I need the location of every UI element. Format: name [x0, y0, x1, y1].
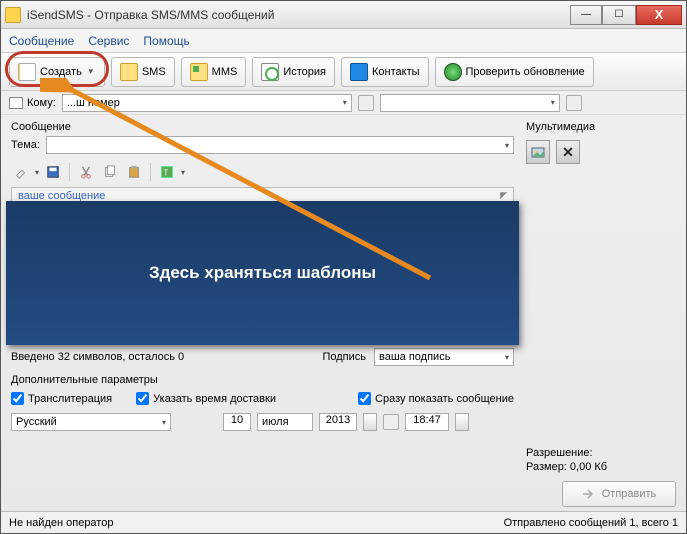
size-label: Размер: 0,00 Кб — [526, 461, 676, 473]
mail-icon — [9, 97, 23, 109]
signature-combo[interactable]: ваша подпись ▾ — [374, 348, 514, 366]
close-button[interactable]: X — [636, 5, 682, 25]
menubar: Сообщение Сервис Помощь — [1, 29, 686, 53]
params-label: Дополнительные параметры — [11, 374, 514, 386]
document-icon — [18, 63, 36, 81]
resolution-label: Разрешение: — [526, 447, 676, 459]
contacts-icon — [350, 63, 368, 81]
sms-icon — [120, 63, 138, 81]
mms-icon — [190, 63, 208, 81]
to-label: Кому: — [9, 97, 56, 109]
edit-toolbar: ▾ T ▾ — [11, 160, 514, 184]
cut-button[interactable] — [76, 162, 96, 182]
aux-icon[interactable] — [566, 95, 582, 111]
annotation-tooltip: Здесь храняться шаблоны — [6, 201, 519, 345]
recipient-bar: Кому: ...ш номер ▾ ▾ — [1, 91, 686, 115]
chevron-down-icon: ▾ — [162, 418, 166, 427]
contacts-button[interactable]: Контакты — [341, 57, 429, 87]
maximize-button[interactable]: ☐ — [602, 5, 636, 25]
language-combo[interactable]: Русский ▾ — [11, 413, 171, 431]
char-counter: Введено 32 символов, осталось 0 — [11, 351, 184, 363]
send-button[interactable]: Отправить — [562, 481, 676, 507]
window-title: iSendSMS - Отправка SMS/MMS сообщений — [27, 8, 570, 22]
chevron-down-icon: ▾ — [505, 353, 509, 362]
message-section-label: Сообщение — [11, 121, 514, 133]
chevron-down-icon: ▾ — [551, 98, 555, 107]
svg-text:T: T — [164, 169, 169, 178]
calendar-icon[interactable] — [383, 414, 399, 430]
day-field[interactable]: 10 — [223, 413, 251, 431]
sms-button[interactable]: SMS — [111, 57, 175, 87]
app-icon — [5, 7, 21, 23]
statusbar: Не найден оператор Отправлено сообщений … — [1, 511, 686, 533]
signature-label: Подпись — [322, 351, 366, 363]
status-left: Не найден оператор — [9, 517, 113, 529]
history-button[interactable]: История — [252, 57, 335, 87]
check-update-button[interactable]: Проверить обновление — [435, 57, 594, 87]
month-combo[interactable]: июля — [257, 413, 313, 431]
chevron-down-icon: ▾ — [505, 141, 513, 150]
create-button[interactable]: Создать ▾ — [9, 57, 105, 87]
menu-help[interactable]: Помощь — [143, 34, 189, 48]
globe-check-icon — [444, 63, 462, 81]
mms-button[interactable]: MMS — [181, 57, 247, 87]
remove-media-button[interactable]: ✕ — [556, 140, 580, 164]
template-vars-button[interactable]: T — [157, 162, 177, 182]
aux-combo[interactable]: ▾ — [380, 94, 560, 112]
send-icon — [582, 488, 596, 500]
message-body[interactable]: Здесь храняться шаблоны — [11, 204, 514, 342]
menu-service[interactable]: Сервис — [88, 34, 129, 48]
menu-message[interactable]: Сообщение — [9, 34, 74, 48]
erase-button[interactable] — [11, 162, 31, 182]
year-field[interactable]: 2013 — [319, 413, 357, 431]
dropdown-arrow-icon[interactable]: ▾ — [86, 66, 96, 77]
subject-label: Тема: — [11, 139, 40, 151]
paste-button[interactable] — [124, 162, 144, 182]
history-icon — [261, 63, 279, 81]
time-field[interactable]: 18:47 — [405, 413, 449, 431]
minimize-button[interactable]: — — [570, 5, 602, 25]
chevron-down-icon: ▾ — [343, 98, 347, 107]
main-toolbar: Создать ▾ SMS MMS История Контакты Прове… — [1, 53, 686, 91]
subject-input[interactable]: ▾ — [46, 136, 514, 154]
show-immediately-checkbox[interactable]: Сразу показать сообщение — [358, 392, 514, 405]
delivery-time-checkbox[interactable]: Указать время доставки — [136, 392, 276, 405]
contact-picker-icon[interactable] — [358, 95, 374, 111]
date-spinner[interactable] — [363, 413, 377, 431]
multimedia-label: Мультимедиа — [526, 121, 676, 133]
status-right: Отправлено сообщений 1, всего 1 — [504, 517, 678, 529]
titlebar: iSendSMS - Отправка SMS/MMS сообщений — … — [1, 1, 686, 29]
translit-checkbox[interactable]: Транслитерация — [11, 392, 112, 405]
add-media-button[interactable] — [526, 140, 550, 164]
copy-button[interactable] — [100, 162, 120, 182]
time-spinner[interactable] — [455, 413, 469, 431]
recipient-combo[interactable]: ...ш номер ▾ — [62, 94, 352, 112]
save-button[interactable] — [43, 162, 63, 182]
